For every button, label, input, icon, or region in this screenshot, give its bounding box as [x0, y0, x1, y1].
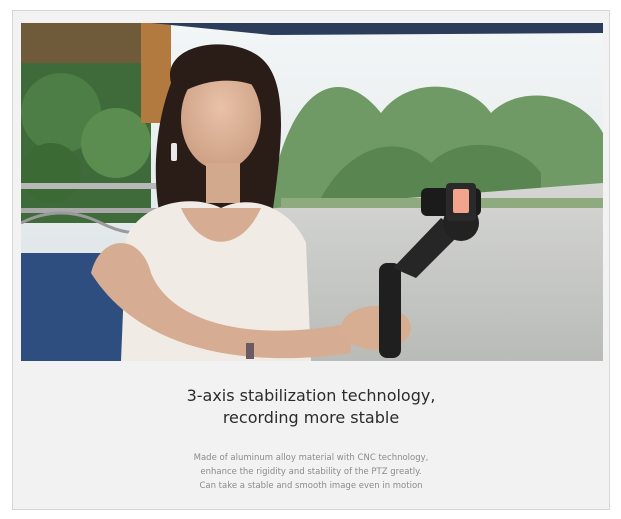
feature-headline: 3-axis stabilization technology, recordi… — [13, 385, 609, 429]
description-line-1: Made of aluminum alloy material with CNC… — [193, 453, 429, 463]
feature-description: Made of aluminum alloy material with CNC… — [13, 451, 609, 493]
description-line-3: Can take a stable and smooth image even … — [199, 481, 423, 491]
product-feature-card: 3-axis stabilization technology, recordi… — [12, 10, 610, 510]
woman-with-gimbal-illustration — [21, 23, 603, 361]
headline-line-1: 3-axis stabilization technology, — [186, 386, 436, 405]
product-photo — [21, 23, 603, 361]
feature-caption: 3-axis stabilization technology, recordi… — [13, 385, 609, 493]
headline-line-2: recording more stable — [222, 408, 400, 427]
description-line-2: enhance the rigidity and stability of th… — [200, 467, 422, 477]
gimbal-handle — [379, 263, 401, 358]
